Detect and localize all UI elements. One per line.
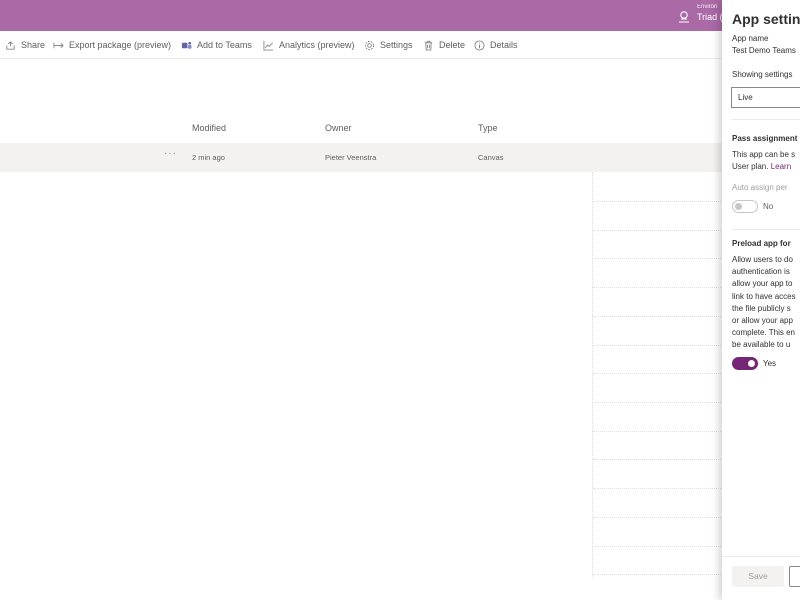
preload-text-line: the file publicly s bbox=[732, 303, 791, 313]
analytics-icon bbox=[263, 40, 274, 51]
cell-modified: 2 min ago bbox=[192, 153, 225, 162]
more-options-button[interactable]: ··· bbox=[164, 148, 177, 159]
grid-line bbox=[593, 201, 723, 202]
preload-text-line: or allow your app bbox=[732, 316, 793, 326]
environment-picker[interactable]: Environ Triad ( bbox=[677, 3, 723, 24]
gear-icon bbox=[364, 40, 375, 50]
auto-assign-toggle[interactable] bbox=[732, 200, 758, 213]
settings-label: Settings bbox=[380, 40, 413, 50]
save-button[interactable]: Save bbox=[732, 566, 784, 587]
auto-assign-label: Auto assign per bbox=[732, 183, 788, 192]
preload-app-value: Yes bbox=[763, 359, 777, 368]
export-icon bbox=[53, 42, 64, 48]
pass-text-line-part: User plan. bbox=[732, 162, 771, 172]
share-button[interactable]: Share bbox=[5, 31, 45, 59]
command-bar: Share Export package (preview) Add to Te… bbox=[0, 31, 722, 59]
preload-text-line: authentication is bbox=[732, 267, 790, 277]
app-name-value: Test Demo Teams bbox=[732, 46, 796, 55]
export-package-button[interactable]: Export package (preview) bbox=[53, 31, 171, 59]
grid-line bbox=[593, 574, 723, 575]
divider bbox=[732, 229, 800, 230]
share-icon bbox=[6, 41, 15, 50]
preload-text-line: allow your app to bbox=[732, 279, 793, 289]
grid-line bbox=[593, 230, 723, 231]
app-settings-panel: App setting App name Test Demo Teams Sho… bbox=[722, 0, 800, 600]
pass-text-line: This app can be s bbox=[732, 150, 796, 159]
details-label: Details bbox=[490, 40, 518, 50]
grid-line bbox=[593, 373, 723, 374]
preload-text-line: be available to u bbox=[732, 340, 791, 350]
grid-line bbox=[593, 517, 723, 518]
learn-more-link[interactable]: Learn bbox=[771, 162, 791, 171]
grid-line bbox=[593, 402, 723, 403]
analytics-button[interactable]: Analytics (preview) bbox=[263, 31, 355, 59]
panel-title: App setting bbox=[732, 11, 800, 27]
cancel-button[interactable] bbox=[789, 566, 800, 587]
grid-line bbox=[593, 258, 723, 259]
grid-line bbox=[593, 459, 723, 460]
details-button[interactable]: Details bbox=[474, 31, 518, 59]
environment-label: Environ bbox=[697, 4, 718, 10]
trash-icon bbox=[424, 40, 433, 51]
preload-app-text: Allow users to do authentication is allo… bbox=[732, 254, 796, 352]
share-label: Share bbox=[21, 40, 46, 50]
preload-app-heading: Preload app for bbox=[732, 239, 791, 248]
cell-type: Canvas bbox=[478, 153, 504, 162]
pass-text-line: User plan. Learn bbox=[732, 161, 795, 173]
divider bbox=[732, 119, 800, 120]
toggle-knob bbox=[748, 360, 755, 367]
preload-app-toggle[interactable] bbox=[732, 357, 758, 370]
preload-text-line: Allow users to do bbox=[732, 255, 793, 264]
pass-assignment-text: This app can be s User plan. Learn bbox=[732, 149, 795, 173]
cell-owner: Pieter Veenstra bbox=[325, 153, 377, 162]
app-name-label: App name bbox=[732, 34, 769, 43]
add-to-teams-button[interactable]: Add to Teams bbox=[181, 31, 252, 59]
column-header-owner[interactable]: Owner bbox=[325, 123, 352, 133]
info-icon bbox=[474, 39, 485, 51]
grid-line bbox=[593, 287, 723, 288]
column-header-type[interactable]: Type bbox=[478, 123, 498, 133]
export-package-label: Export package (preview) bbox=[69, 40, 172, 50]
delete-label: Delete bbox=[439, 40, 466, 50]
showing-settings-dropdown[interactable]: Live bbox=[731, 87, 800, 108]
grid-line bbox=[593, 546, 723, 547]
grid-line bbox=[593, 488, 723, 489]
environment-icon bbox=[679, 11, 689, 23]
toggle-knob bbox=[735, 203, 742, 210]
analytics-label: Analytics (preview) bbox=[279, 40, 355, 50]
column-header-modified[interactable]: Modified bbox=[192, 123, 226, 133]
environment-name: Triad ( bbox=[697, 12, 723, 22]
empty-grid-area bbox=[592, 172, 723, 578]
preload-text-line: link to have acces bbox=[732, 291, 796, 301]
grid-line bbox=[593, 345, 723, 346]
grid-line bbox=[593, 316, 723, 317]
preload-text-line: complete. This en bbox=[732, 328, 795, 338]
top-navigation-bar: Environ Triad ( bbox=[0, 0, 800, 31]
teams-icon bbox=[181, 41, 192, 49]
showing-settings-label: Showing settings bbox=[732, 70, 793, 79]
add-to-teams-label: Add to Teams bbox=[197, 40, 252, 50]
grid-line bbox=[593, 431, 723, 432]
pass-assignment-heading: Pass assignment bbox=[732, 134, 798, 143]
delete-button[interactable]: Delete bbox=[423, 31, 465, 59]
settings-button[interactable]: Settings bbox=[364, 31, 413, 59]
auto-assign-value: No bbox=[763, 202, 774, 211]
